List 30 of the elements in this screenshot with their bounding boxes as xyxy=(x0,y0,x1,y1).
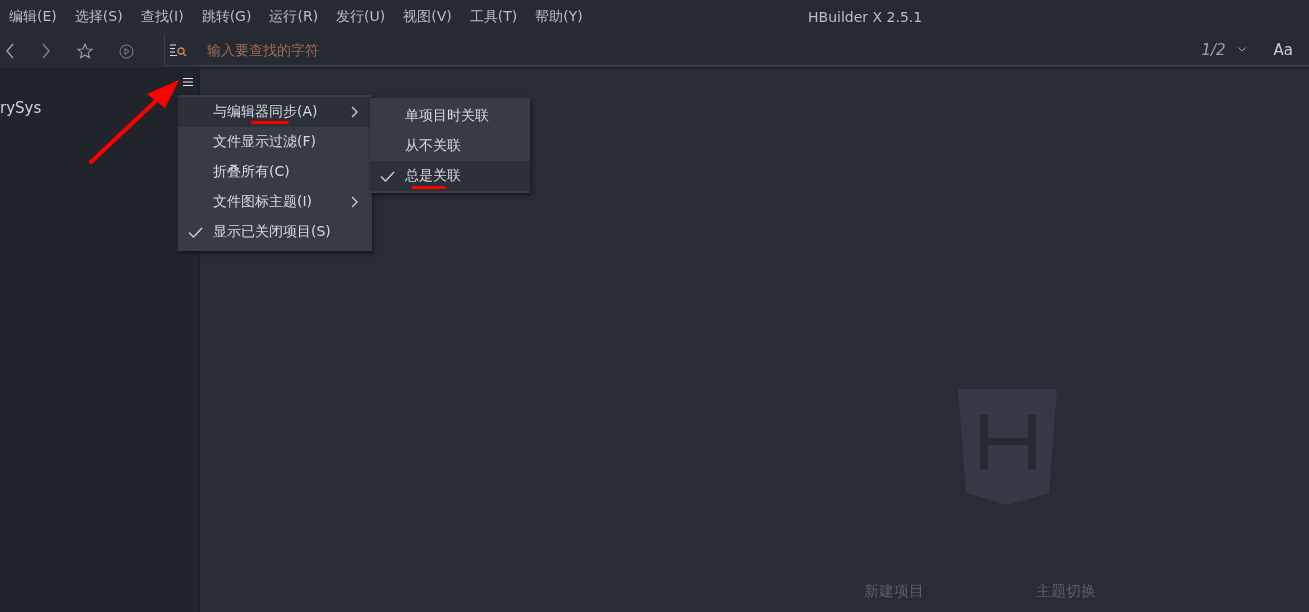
menu-icon[interactable] xyxy=(183,78,193,86)
menu-item[interactable]: 选择(S) xyxy=(74,8,123,26)
menu-item[interactable]: 视图(V) xyxy=(403,8,452,26)
window-title: HBuilder X 2.5.1 xyxy=(808,9,923,25)
menu-option[interactable]: 与编辑器同步(A) xyxy=(178,97,372,127)
menu-item[interactable]: 编辑(E) xyxy=(9,8,57,26)
annotation-underline xyxy=(412,186,446,189)
menu-option[interactable]: 文件图标主题(I) xyxy=(178,187,372,217)
menu-option[interactable]: 单项目时关联 xyxy=(370,101,530,131)
menu-option[interactable]: 显示已关闭项目(S) xyxy=(178,217,372,247)
search-list-icon xyxy=(170,43,187,56)
menu-item[interactable]: 帮助(Y) xyxy=(535,8,583,26)
menu-option[interactable]: 折叠所有(C) xyxy=(178,157,372,187)
menu-option[interactable]: 从不关联 xyxy=(370,131,530,161)
forward-icon[interactable] xyxy=(41,43,51,59)
search-field[interactable]: 输入要查找的字符 1/2 Aa xyxy=(164,34,1309,66)
menu-item[interactable]: 运行(R) xyxy=(269,8,319,26)
star-icon[interactable] xyxy=(77,43,93,59)
menu-item[interactable]: 工具(T) xyxy=(469,8,518,26)
menu-item[interactable]: 查找(I) xyxy=(140,8,184,26)
match-count: 1/2 xyxy=(1201,40,1226,59)
menu-option[interactable]: 文件显示过滤(F) xyxy=(178,127,372,157)
menu-option[interactable]: 总是关联 xyxy=(370,161,530,191)
play-icon[interactable] xyxy=(119,43,134,59)
match-case-toggle[interactable]: Aa xyxy=(1273,40,1293,59)
chevron-down-icon[interactable] xyxy=(1237,47,1246,52)
menu-item[interactable]: 发行(U) xyxy=(336,8,386,26)
back-icon[interactable] xyxy=(5,43,15,59)
annotation-underline xyxy=(251,121,289,124)
menu-item[interactable]: 跳转(G) xyxy=(201,8,252,26)
